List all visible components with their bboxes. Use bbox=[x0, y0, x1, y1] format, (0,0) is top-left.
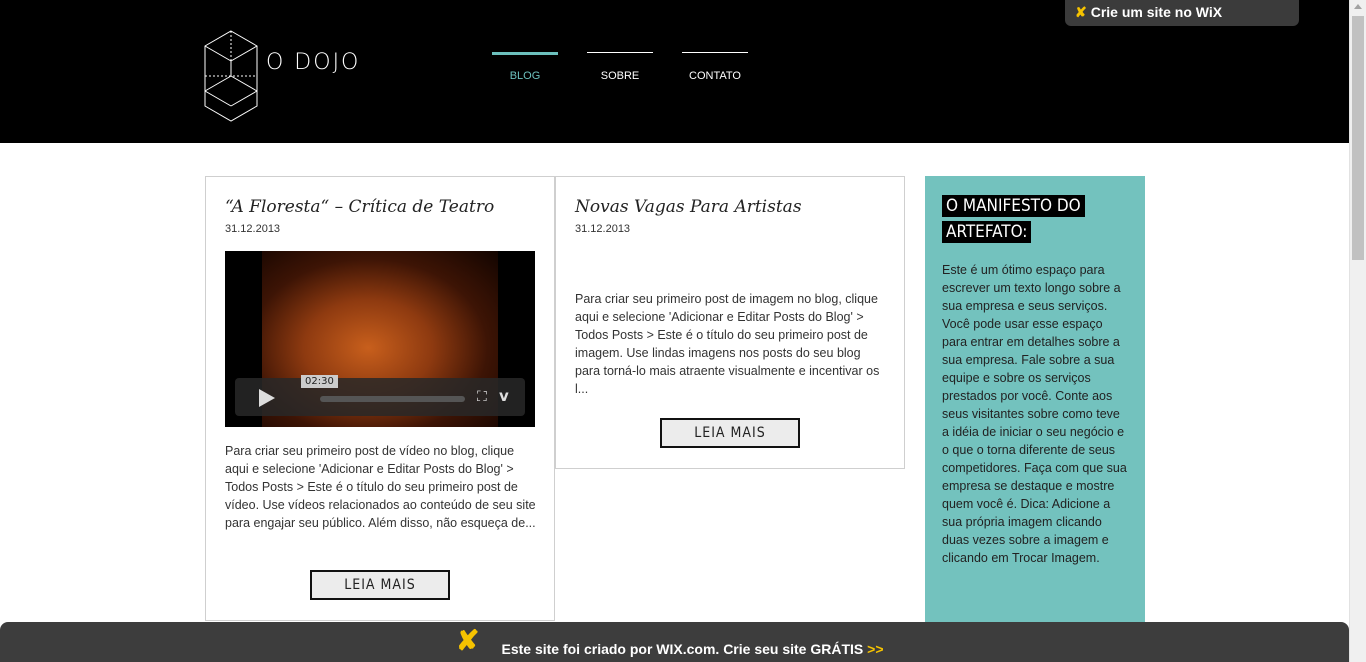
video-time: 02:30 bbox=[301, 375, 338, 388]
scroll-up-icon[interactable] bbox=[1354, 4, 1362, 9]
video-player[interactable]: 02:30 ⛶ v bbox=[225, 251, 535, 427]
sidebar-text: Este é um ótimo espaço para escrever um … bbox=[942, 263, 1127, 565]
blog-post-card: “A Floresta“ – Crítica de Teatro 31.12.2… bbox=[205, 176, 555, 621]
read-more-button[interactable]: LEIA MAIS bbox=[310, 570, 450, 600]
manifesto-sidebar: O MANIFESTO DO ARTEFATO: Este é um ótimo… bbox=[925, 176, 1145, 626]
sidebar-title-line-1: O MANIFESTO DO bbox=[942, 195, 1085, 217]
site-logo[interactable]: O DOJO bbox=[203, 30, 373, 122]
post-excerpt: Para criar seu primeiro post de vídeo no… bbox=[225, 444, 536, 530]
nav-contato[interactable]: CONTATO bbox=[682, 52, 748, 92]
fullscreen-icon[interactable]: ⛶ bbox=[477, 389, 487, 405]
wix-x-icon: ✘ bbox=[1075, 4, 1087, 20]
wix-create-site-button[interactable]: ✘ Crie um site no WiX bbox=[1065, 0, 1299, 26]
sidebar-title: O MANIFESTO DO ARTEFATO: bbox=[942, 193, 1092, 245]
video-progress-track[interactable] bbox=[320, 396, 465, 402]
wix-top-label: Crie um site no WiX bbox=[1090, 4, 1223, 20]
page-scrollbar[interactable] bbox=[1349, 0, 1366, 662]
blog-post-card: Novas Vagas Para Artistas 31.12.2013 Par… bbox=[555, 176, 905, 469]
vimeo-icon[interactable]: v bbox=[499, 387, 509, 405]
post-date: 31.12.2013 bbox=[225, 223, 281, 235]
page: O DOJO BLOG SOBRE CONTATO ✘ Crie um site … bbox=[0, 0, 1366, 662]
nav-sobre[interactable]: SOBRE bbox=[587, 52, 653, 92]
wix-logo-icon: ✘ bbox=[456, 625, 480, 656]
nav-blog[interactable]: BLOG bbox=[492, 52, 558, 92]
video-controls: 02:30 ⛶ v bbox=[235, 375, 525, 416]
wix-footer-banner[interactable]: ✘ Este site foi criado por WIX.com. Crie… bbox=[0, 622, 1349, 662]
post-excerpt: Para criar seu primeiro post de imagem n… bbox=[575, 292, 880, 396]
cube-logo-icon bbox=[204, 30, 258, 122]
read-more-button[interactable]: LEIA MAIS bbox=[660, 418, 800, 448]
wix-footer-arrows: >> bbox=[867, 641, 884, 657]
play-icon[interactable] bbox=[259, 389, 275, 407]
post-title[interactable]: “A Floresta“ – Crítica de Teatro bbox=[225, 197, 494, 217]
logo-text: O DOJO bbox=[266, 50, 361, 75]
post-title[interactable]: Novas Vagas Para Artistas bbox=[575, 197, 802, 217]
sidebar-title-line-2: ARTEFATO: bbox=[942, 221, 1032, 243]
wix-footer-label: Este site foi criado por WIX.com. Crie s… bbox=[501, 641, 864, 657]
post-date: 31.12.2013 bbox=[575, 223, 631, 235]
scroll-thumb[interactable] bbox=[1352, 16, 1364, 260]
